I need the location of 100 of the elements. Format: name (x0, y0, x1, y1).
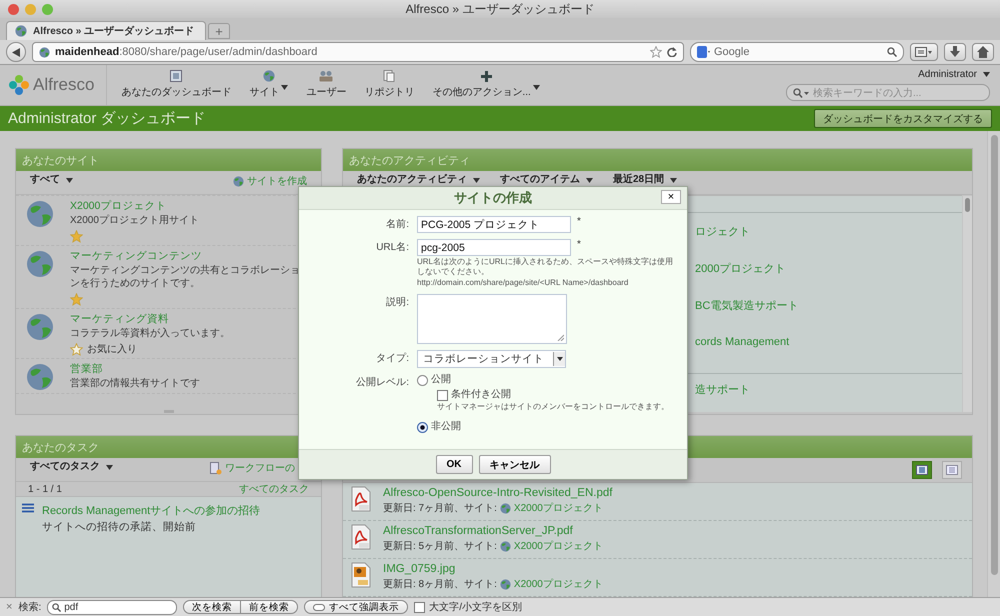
filter-dropdown[interactable]: すべてのタスク (30, 461, 113, 473)
bookmark-star-icon[interactable] (650, 46, 662, 58)
download-button[interactable] (944, 43, 966, 61)
close-button[interactable]: × (661, 190, 681, 204)
nav-menu-item[interactable]: その他のアクション... (432, 71, 540, 99)
search-icon (52, 602, 62, 612)
site-description: X2000プロジェクト用サイト (70, 214, 200, 227)
image-file-icon (351, 562, 371, 588)
user-menu[interactable]: Administrator (918, 69, 990, 80)
page-title: Administrator ダッシュボード (8, 109, 206, 128)
customize-dashboard-button[interactable]: ダッシュボードをカスタマイズする (814, 109, 992, 128)
logo-icon (8, 74, 30, 96)
web-search-field[interactable]: Google (690, 42, 904, 62)
caret-icon (473, 178, 480, 182)
globe-icon (500, 541, 511, 552)
dialog-title: サイトの作成 (454, 189, 532, 207)
document-icon (383, 70, 396, 82)
back-arrow-icon (12, 48, 20, 56)
back-button[interactable] (6, 42, 26, 62)
field-label: URL名: (375, 241, 409, 255)
logo-text: Alfresco (33, 75, 94, 95)
required-mark: * (577, 239, 581, 251)
pagination-text: 1 - 1 / 1 (28, 484, 62, 494)
panel-title: あなたのサイト (22, 154, 99, 168)
cancel-button[interactable]: キャンセル (478, 455, 550, 474)
task-status: サイトへの招待の承諾、開始前 (42, 520, 197, 534)
caret-icon (983, 72, 990, 77)
workflow-icon (210, 462, 222, 474)
pdf-file-icon (351, 486, 371, 512)
globe-icon (26, 200, 54, 228)
minimize-window-button[interactable] (25, 4, 36, 14)
window-title: Alfresco » ユーザーダッシュボード (406, 2, 594, 16)
site-description: 営業部の情報共有サイトです (70, 377, 201, 390)
bookmarks-button[interactable] (910, 43, 938, 61)
field-label: タイプ: (375, 352, 409, 366)
globe-icon (26, 363, 54, 391)
globe-icon (262, 70, 275, 82)
document-meta: 更新日: 7ヶ月前、サイト: (383, 502, 497, 515)
help-text: サイトマネージャはサイトのメンバーをコントロールできます。 (437, 402, 670, 412)
globe-icon (500, 503, 511, 514)
find-previous-button[interactable]: 前を検索 (241, 600, 298, 614)
address-field[interactable]: maidenhead:8080/share/page/user/admin/dashboard (32, 42, 684, 62)
filter-dropdown[interactable]: すべてのアイテム (500, 174, 593, 186)
globe-icon (26, 313, 54, 341)
star-icon[interactable] (70, 293, 83, 306)
visibility-radio[interactable]: 非公開 (417, 421, 461, 433)
view-toggle-button[interactable] (912, 461, 932, 479)
scrollbar-thumb[interactable] (991, 135, 998, 575)
search-icon (793, 88, 809, 98)
site-icon (39, 46, 50, 58)
resize-grip-icon[interactable] (557, 334, 564, 341)
star-icon[interactable] (70, 230, 83, 243)
field-label: 説明: (385, 296, 409, 310)
panel-title: あなたのアクティビティ (349, 154, 470, 168)
caret-icon (106, 464, 113, 470)
globe-icon (500, 579, 511, 590)
visibility-radio[interactable]: 公開 (417, 374, 451, 386)
nav-menu-item[interactable]: サイト (249, 70, 288, 99)
task-icon (22, 503, 34, 513)
caret-icon (586, 178, 593, 182)
description-field[interactable] (417, 294, 567, 344)
favorite-label[interactable]: お気に入り (87, 343, 137, 356)
toggle-icon (313, 604, 326, 610)
reload-icon[interactable] (667, 47, 677, 57)
match-case-label: 大文字/小文字を区別 (429, 600, 522, 614)
panel-title: あなたのタスク (22, 440, 99, 454)
filter-dropdown[interactable]: あなたのアクティビティ (357, 174, 480, 186)
people-icon (319, 70, 334, 82)
nav-menu-item[interactable]: リポジトリ (364, 70, 414, 99)
field-label: 名前: (385, 218, 409, 232)
caret-icon (532, 85, 540, 90)
scrollbar-thumb[interactable] (965, 198, 970, 212)
text-field[interactable]: pcg-2005 (417, 239, 571, 256)
zoom-window-button[interactable] (42, 4, 53, 14)
required-mark: * (577, 216, 581, 228)
find-next-button[interactable]: 次を検索 (183, 600, 242, 614)
ok-button[interactable]: OK (436, 455, 472, 474)
text-field[interactable]: PCG-2005 プロジェクト (417, 216, 571, 233)
star-icon[interactable] (70, 343, 83, 356)
filter-dropdown[interactable]: すべて (30, 174, 73, 186)
find-field[interactable]: pdf (47, 600, 178, 614)
filter-dropdown[interactable]: 最近28日間 (613, 174, 678, 186)
close-window-button[interactable] (8, 4, 19, 14)
nav-menu-item[interactable]: ユーザー (306, 70, 346, 99)
highlight-all-button[interactable]: すべて強調表示 (304, 600, 408, 614)
site-description: マーケティングコンテンツの共有とコラボレーションを行うためのサイトです。 (70, 264, 301, 290)
document-meta: 更新日: 5ヶ月前、サイト: (383, 540, 497, 553)
home-button[interactable] (972, 43, 994, 61)
view-toggle-button[interactable] (942, 461, 962, 479)
moderated-checkbox[interactable] (437, 390, 448, 400)
match-case-checkbox[interactable] (414, 602, 426, 612)
plus-icon (480, 71, 492, 82)
pdf-file-icon (351, 524, 371, 550)
nav-menu-item[interactable]: あなたのダッシュボード (121, 70, 232, 99)
browser-tab[interactable]: Alfresco » ユーザーダッシュボード (6, 21, 206, 40)
type-select[interactable]: コラボレーションサイト (417, 350, 566, 368)
favicon-icon (15, 25, 27, 37)
home-icon (977, 46, 989, 58)
globe-icon (26, 250, 54, 278)
detailed-view-icon (916, 465, 928, 475)
